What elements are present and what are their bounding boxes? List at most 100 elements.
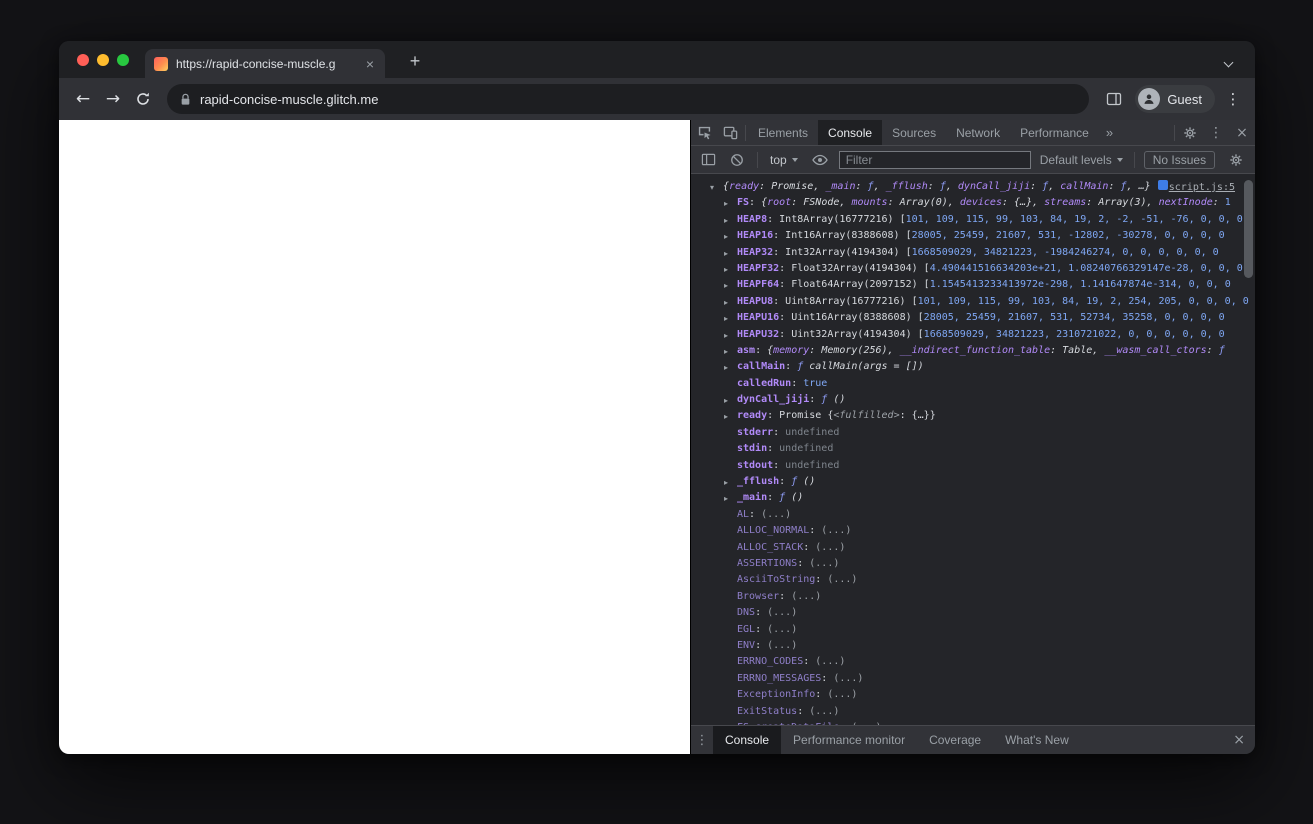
console-row: ▸ FS: {root: FSNode, mounts: Array(0), de… [691,195,1255,211]
object-badge-icon[interactable] [1157,180,1168,190]
devtools-settings-button[interactable] [1177,120,1203,145]
devtools-tab-sources[interactable]: Sources [882,120,946,145]
expand-arrow-icon[interactable]: ▸ [724,262,728,277]
context-selector[interactable]: top [767,153,801,167]
filter-input[interactable] [838,150,1031,169]
device-toolbar-button[interactable] [717,120,743,145]
expand-arrow-icon[interactable]: ▸ [724,393,728,408]
console-token: (...) [767,623,798,635]
expand-arrow-icon[interactable]: ▸ [724,213,728,228]
devtools-close-button[interactable]: × [1229,120,1255,145]
issues-badge[interactable]: No Issues [1143,150,1216,169]
console-token: mounts [851,197,888,209]
expand-arrow-icon[interactable]: ▸ [724,246,728,261]
drawer-menu-button[interactable]: ⋮ [691,733,713,748]
reload-button[interactable] [129,85,157,113]
gear-icon [1230,153,1242,166]
console-token: undefined [785,426,840,438]
console-token: : [791,197,804,209]
console-token: calledRun [737,377,792,389]
console-token: Uint8Array(16777216) [785,295,912,307]
console-row: ▸ dynCall_jiji: ƒ () [691,392,1255,408]
expand-arrow-icon[interactable]: ▸ [724,311,728,326]
console-token: asm [737,344,756,356]
divider [745,124,746,141]
browser-menu-button[interactable]: ⋮ [1221,90,1245,108]
drawer-tab-console[interactable]: Console [713,726,782,754]
browser-tab[interactable]: https://rapid-concise-muscle.g × [145,49,385,78]
console-token: 1 [1224,197,1231,209]
log-levels-dropdown[interactable]: Default levels [1038,153,1125,167]
console-sidebar-button[interactable] [697,146,719,173]
address-bar[interactable]: rapid-concise-muscle.glitch.me [167,84,1090,114]
content-area: Elements Console Sources Network Perform… [59,120,1255,754]
more-tabs-icon[interactable]: » [1099,125,1120,140]
console-token: 28005, 25459, 21607, 531, -12802, -30278… [911,230,1225,242]
guest-label: Guest [1167,91,1202,107]
console-token: dynCall_jiji [737,394,810,406]
console-token: {…} [1014,197,1033,209]
inspect-element-button[interactable] [691,120,717,145]
console-token: , [947,197,960,209]
console-token: ERRNO_MESSAGES [737,672,822,684]
console-token: , [839,197,852,209]
console-token: : [1001,197,1015,209]
console-token: _fflush [885,181,928,192]
eye-icon [811,154,828,165]
drawer-tab-performance-monitor[interactable]: Performance monitor [781,726,917,754]
side-panel-button[interactable] [1099,78,1129,120]
new-tab-button[interactable]: + [404,50,426,72]
source-link[interactable]: script.js:5 [1169,180,1235,195]
live-expression-button[interactable] [808,146,832,173]
console-settings-button[interactable] [1223,153,1249,167]
console-token: ERRNO_CODES [737,656,804,668]
devtools-tab-performance[interactable]: Performance [1010,120,1099,145]
console-token: devices [959,197,1002,209]
console-token: : [927,181,940,192]
expand-arrow-icon[interactable]: ▸ [724,278,728,293]
expand-arrow-icon[interactable]: ▸ [724,491,728,506]
tab-close-icon[interactable]: × [364,57,376,71]
expand-arrow-icon[interactable]: ▸ [724,360,728,375]
expand-arrow-icon[interactable]: ▸ [724,409,728,424]
expand-arrow-icon[interactable]: ▾ [710,180,714,195]
inspect-icon [698,126,711,140]
console-token: FSNode [803,197,840,209]
profile-chip[interactable]: Guest [1135,85,1215,113]
console-row: FS_createDataFile: (...) [691,720,1255,725]
devtools-tab-elements[interactable]: Elements [748,120,818,145]
expand-arrow-icon[interactable]: ▸ [724,295,728,310]
console-token: : [855,181,868,192]
expand-arrow-icon[interactable]: ▸ [724,344,728,359]
console-messages[interactable]: ▾ {ready: Promise, _main: ƒ, _fflush: ƒ, … [691,174,1255,725]
devtools-tab-network[interactable]: Network [946,120,1010,145]
expand-arrow-icon[interactable]: ▸ [724,475,728,490]
minimize-window-button[interactable] [97,54,109,66]
clear-console-button[interactable] [726,146,748,173]
console-token: DNS [737,607,756,619]
expand-arrow-icon[interactable]: ▸ [724,229,728,244]
drawer-tab-whats-new[interactable]: What's New [993,726,1081,754]
forward-button[interactable]: → [99,85,127,113]
devtools-menu-button[interactable]: ⋮ [1203,120,1229,145]
console-token: : [767,410,780,422]
console-token: undefined [785,459,840,471]
console-token: ƒ [821,394,834,406]
close-window-button[interactable] [77,54,89,66]
console-token: , [887,344,900,356]
maximize-window-button[interactable] [117,54,129,66]
console-token: FS [737,197,750,209]
tab-list-chevron-icon[interactable] [1223,53,1239,68]
devtools-tab-console[interactable]: Console [818,120,883,145]
console-token: ready [737,410,768,422]
url-text: rapid-concise-muscle.glitch.me [200,91,379,107]
back-button[interactable]: ← [69,85,97,113]
expand-arrow-icon[interactable]: ▸ [724,196,728,211]
console-token: Promise [779,410,828,422]
console-token: Promise [771,181,814,192]
drawer-close-button[interactable]: × [1223,732,1255,748]
console-token: , [1092,344,1105,356]
drawer-tab-coverage[interactable]: Coverage [917,726,993,754]
expand-arrow-icon[interactable]: ▸ [724,328,728,343]
console-token: ExceptionInfo [737,689,816,701]
